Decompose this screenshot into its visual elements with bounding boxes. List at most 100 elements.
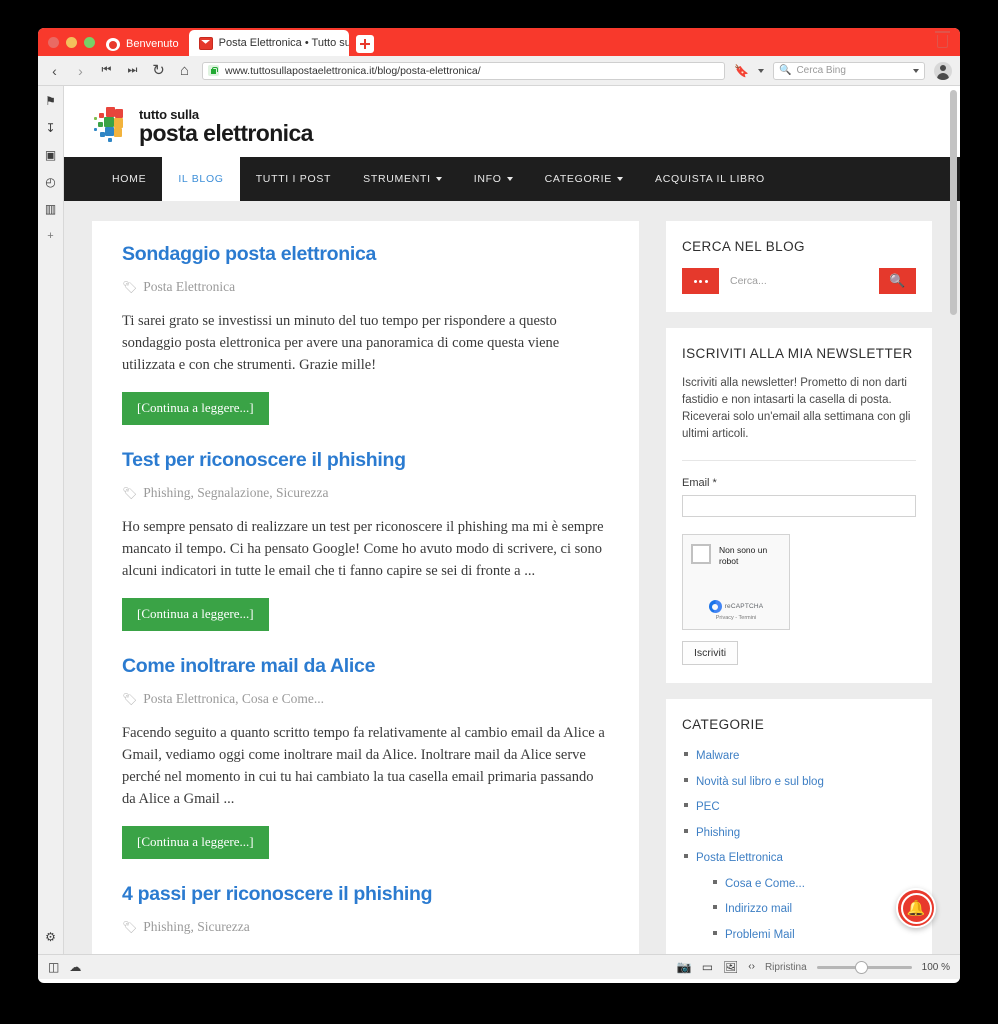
nav-item-home[interactable]: HOME <box>96 157 162 201</box>
rewind-icon[interactable]: ⏮ <box>98 62 115 79</box>
search-bar[interactable]: 🔍 Cerca Bing <box>773 61 925 80</box>
zoom-slider[interactable] <box>816 960 912 974</box>
search-input[interactable]: Cerca... <box>719 268 879 294</box>
vivaldi-icon <box>106 37 120 51</box>
nav-item-info[interactable]: INFO <box>458 157 529 201</box>
nav-item-categorie[interactable]: CATEGORIE <box>529 157 639 201</box>
category-link[interactable]: Phishing <box>696 827 740 839</box>
fast-forward-icon[interactable]: ⏭ <box>124 62 141 79</box>
tag-icon: 🏷 <box>122 485 138 500</box>
reload-icon[interactable]: ↻ <box>150 62 167 79</box>
history-icon[interactable]: ◴ <box>44 175 58 189</box>
category-link[interactable]: PEC <box>696 801 720 813</box>
list-item: Cosa e Come... <box>711 874 916 892</box>
window-controls[interactable] <box>48 37 95 48</box>
category-link[interactable]: Malware <box>696 750 739 762</box>
categories-widget: CATEGORIE Malware Novità sul libro e sul… <box>666 699 932 954</box>
category-link[interactable]: Indirizzo mail <box>725 903 792 915</box>
downloads-icon[interactable]: ↧ <box>44 121 58 135</box>
post-title[interactable]: Come inoltrare mail da Alice <box>122 655 609 678</box>
nav-item-il-blog[interactable]: IL BLOG <box>162 157 240 201</box>
recaptcha-logo: reCAPTCHA <box>683 600 789 614</box>
tiling-icon[interactable]: ▭ <box>702 961 713 973</box>
notification-bell-button[interactable]: 🔔 <box>896 888 936 928</box>
read-more-button[interactable]: [Continua a leggere...] <box>122 598 269 632</box>
site-nav: HOME IL BLOG TUTTI I POST STRUMENTI INFO… <box>64 157 960 201</box>
chevron-down-icon <box>616 177 623 181</box>
list-item: Problemi Mail <box>711 925 916 943</box>
browser-toolbar: ‹ › ⏮ ⏭ ↻ ⌂ www.tuttosullapostaelettroni… <box>38 56 960 86</box>
chevron-down-icon <box>506 177 513 181</box>
widget-title: CERCA NEL BLOG <box>682 239 805 254</box>
add-panel-icon[interactable]: + <box>44 229 58 243</box>
new-tab-button[interactable] <box>355 35 374 53</box>
post-title[interactable]: Test per riconoscere il phishing <box>122 449 609 472</box>
code-icon[interactable]: ‹› <box>748 962 755 972</box>
chevron-down-icon[interactable] <box>758 68 764 73</box>
scrollbar-thumb[interactable] <box>950 90 957 315</box>
list-item: Phishing <box>682 823 916 841</box>
post-category-list[interactable]: Phishing, Segnalazione, Sicurezza <box>143 485 328 501</box>
post-category-list[interactable]: Phishing, Sicurezza <box>143 919 249 935</box>
list-item: PEC <box>682 797 916 815</box>
recaptcha-links[interactable]: Privacy - Termini <box>683 615 789 621</box>
ellipsis-icon[interactable] <box>682 268 719 294</box>
capture-icon[interactable]: 📷 <box>677 961 692 973</box>
bookmarks-icon[interactable]: ⚑ <box>44 94 58 108</box>
address-bar[interactable]: www.tuttosullapostaelettronica.it/blog/p… <box>202 61 726 80</box>
recaptcha-label: Non sono un robot <box>719 545 768 566</box>
close-window-button[interactable] <box>48 37 59 48</box>
settings-icon[interactable]: ⚙ <box>44 930 58 944</box>
nav-item-tutti-i-post[interactable]: TUTTI I POST <box>240 157 347 201</box>
tab-benvenuto[interactable]: Benvenuto <box>96 32 189 56</box>
trash-icon[interactable] <box>935 31 950 48</box>
page-content: Sondaggio posta elettronica 🏷 Posta Elet… <box>64 201 960 954</box>
post-title[interactable]: Sondaggio posta elettronica <box>122 243 609 266</box>
post-title[interactable]: 4 passi per riconoscere il phishing <box>122 883 609 906</box>
nav-item-strumenti[interactable]: STRUMENTI <box>347 157 458 201</box>
category-link[interactable]: Novità sul libro e sul blog <box>696 776 824 788</box>
email-field[interactable] <box>682 495 916 518</box>
chevron-down-icon[interactable] <box>913 68 919 73</box>
minimize-window-button[interactable] <box>66 37 77 48</box>
email-label: Email * <box>682 477 717 490</box>
recaptcha-widget[interactable]: Non sono un robot reCAPTCHA Privacy - Te… <box>682 534 790 631</box>
home-icon[interactable]: ⌂ <box>176 62 193 79</box>
post-category-list[interactable]: Posta Elettronica <box>143 279 235 295</box>
zoom-slider-knob[interactable] <box>854 960 868 974</box>
url-text: www.tuttosullapostaelettronica.it/blog/p… <box>225 64 481 77</box>
forward-icon[interactable]: › <box>72 62 89 79</box>
read-more-button[interactable]: [Continua a leggere...] <box>122 392 269 426</box>
list-item: Novità sul libro e sul blog <box>682 772 916 790</box>
list-item: Indirizzo mail <box>711 899 916 917</box>
back-icon[interactable]: ‹ <box>46 62 63 79</box>
notes-icon[interactable]: ▣ <box>44 148 58 162</box>
site-logo[interactable]: tutto sulla posta elettronica <box>64 100 960 157</box>
bookmark-icon[interactable]: 🔖 <box>734 64 749 78</box>
category-list: Malware Novità sul libro e sul blog PEC … <box>682 746 916 954</box>
post-category-list[interactable]: Posta Elettronica, Cosa e Come... <box>143 691 324 707</box>
tab-posta-elettronica[interactable]: Posta Elettronica • Tutto su <box>188 30 349 56</box>
panel-toggle-icon[interactable]: ◫ <box>48 961 59 973</box>
subscribe-button[interactable]: Iscriviti <box>682 641 739 666</box>
category-link[interactable]: Problemi Mail <box>725 929 795 941</box>
windows-icon[interactable]: ▥ <box>44 202 58 216</box>
recaptcha-branding: reCAPTCHA Privacy - Termini <box>683 600 789 621</box>
category-link[interactable]: Cosa e Come... <box>725 878 805 890</box>
recaptcha-icon <box>708 600 722 614</box>
recaptcha-checkbox[interactable] <box>691 544 711 565</box>
search-icon[interactable]: 🔍 <box>879 268 916 294</box>
nav-item-acquista-il-libro[interactable]: ACQUISTA IL LIBRO <box>639 157 781 201</box>
page-scrollbar[interactable] <box>950 90 957 950</box>
category-link[interactable]: Posta Elettronica <box>696 852 783 864</box>
zoom-reset-button[interactable]: Ripristina <box>765 962 807 973</box>
browser-window: Benvenuto Posta Elettronica • Tutto su ‹… <box>38 28 960 983</box>
search-icon: 🔍 <box>779 65 792 76</box>
images-icon[interactable]: 🖼 <box>723 961 738 973</box>
avatar[interactable] <box>934 61 952 80</box>
cloud-icon[interactable]: ☁ <box>69 961 81 973</box>
nav-label: TUTTI I POST <box>255 173 332 185</box>
recaptcha-brand-text: reCAPTCHA <box>724 603 764 611</box>
read-more-button[interactable]: [Continua a leggere...] <box>122 826 269 860</box>
maximize-window-button[interactable] <box>84 37 95 48</box>
